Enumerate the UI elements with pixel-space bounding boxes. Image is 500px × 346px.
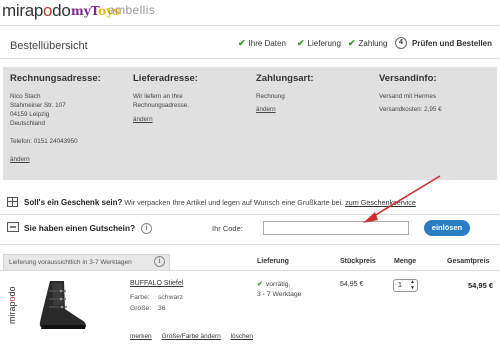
checkmark-icon: ✔	[257, 281, 263, 288]
top-bar: mirapodo myToys ambellis	[0, 0, 500, 22]
checkmark-icon: ✔	[238, 37, 246, 48]
delivery-heading: Lieferadresse:	[133, 73, 198, 84]
product-availability: ✔ vorrätig, 3 - 7 Werktage	[257, 281, 302, 298]
step-zahlung[interactable]: ✔ Zahlung	[348, 37, 387, 49]
divider	[0, 58, 500, 59]
quantity-select[interactable]: 1 ▲ ▼	[393, 279, 418, 292]
billing-heading: Rechnungsadresse:	[10, 73, 101, 84]
redeem-button[interactable]: einlösen	[424, 220, 470, 236]
ambellis-logo[interactable]: ambellis	[108, 3, 155, 17]
column-total: Gesamtpreis	[447, 258, 490, 265]
product-actions: merken Größe/Farbe ändern löschen	[130, 333, 261, 340]
boot-product-image[interactable]	[30, 279, 92, 331]
product-name-link[interactable]: BUFFALO Stiefel	[130, 280, 183, 287]
divider	[0, 270, 500, 271]
brand-logo-vertical: mirapodo	[7, 286, 17, 324]
column-unit-price: Stückpreis	[340, 258, 376, 265]
column-quantity: Menge	[394, 258, 417, 265]
voucher-icon	[7, 222, 19, 232]
change-size-color-link[interactable]: Größe/Farbe ändern	[162, 333, 221, 340]
product-color: Farbe: schwarz	[130, 294, 183, 301]
code-label: Ihr Code:	[212, 224, 243, 233]
shipping-heading: Versandinfo:	[379, 73, 437, 84]
gift-question: Soll's ein Geschenk sein?	[24, 198, 123, 207]
billing-edit-link[interactable]: ändern	[10, 156, 30, 163]
voucher-row: Sie haben einen Gutschein? i Ihr Code: e…	[0, 218, 500, 240]
step-lieferung[interactable]: ✔ Lieferung	[297, 37, 341, 49]
divider	[0, 25, 500, 26]
delivery-address: Lieferadresse: Wir liefern an Ihre Rechn…	[133, 73, 198, 109]
delete-link[interactable]: löschen	[231, 333, 253, 340]
delivery-edit-link[interactable]: ändern	[133, 116, 153, 123]
shipping-info: Versandinfo: Versand mit Hermes Versandk…	[379, 73, 442, 113]
voucher-info-icon[interactable]: i	[141, 223, 152, 234]
step-number-badge: 4	[395, 37, 407, 49]
payment-heading: Zahlungsart:	[256, 73, 314, 84]
divider	[0, 244, 500, 245]
divider	[0, 214, 500, 215]
billing-address: Rechnungsadresse: Nico Stach Stahmeiner …	[10, 73, 101, 145]
checkmark-icon: ✔	[297, 37, 305, 48]
delivery-estimate-tab: Lieferung voraussichtlich in 3-7 Werktag…	[3, 254, 170, 270]
checkmark-icon: ✔	[348, 37, 356, 48]
gift-service-link[interactable]: zum Geschenkservice	[345, 198, 416, 207]
voucher-code-input[interactable]	[263, 221, 409, 235]
step-ihre-daten[interactable]: ✔ Ihre Daten	[238, 37, 286, 49]
order-summary-box: Rechnungsadresse: Nico Stach Stahmeiner …	[3, 67, 497, 180]
checkout-steps: ✔ Ihre Daten ✔ Lieferung ✔ Zahlung 4 Prüfen …	[0, 37, 500, 51]
unit-price: 54,95 €	[340, 281, 364, 288]
voucher-label: Sie haben einen Gutschein?	[24, 223, 136, 233]
total-price: 54,95 €	[467, 281, 493, 290]
delivery-info-icon[interactable]: i	[154, 256, 165, 267]
gift-service-row: Soll's ein Geschenk sein? Wir verpacken …	[0, 196, 500, 210]
gift-icon	[7, 197, 18, 207]
payment-edit-link[interactable]: ändern	[256, 106, 276, 113]
product-size: Größe: 36	[130, 305, 166, 312]
mirapodo-logo[interactable]: mirapodo	[2, 1, 71, 21]
remember-link[interactable]: merken	[130, 333, 152, 340]
updown-arrows-icon: ▲ ▼	[410, 279, 415, 291]
column-delivery: Lieferung	[257, 258, 289, 265]
payment-method: Zahlungsart: Rechnung	[256, 73, 314, 100]
step-pruefen: 4 Prüfen und Bestellen	[395, 37, 492, 49]
